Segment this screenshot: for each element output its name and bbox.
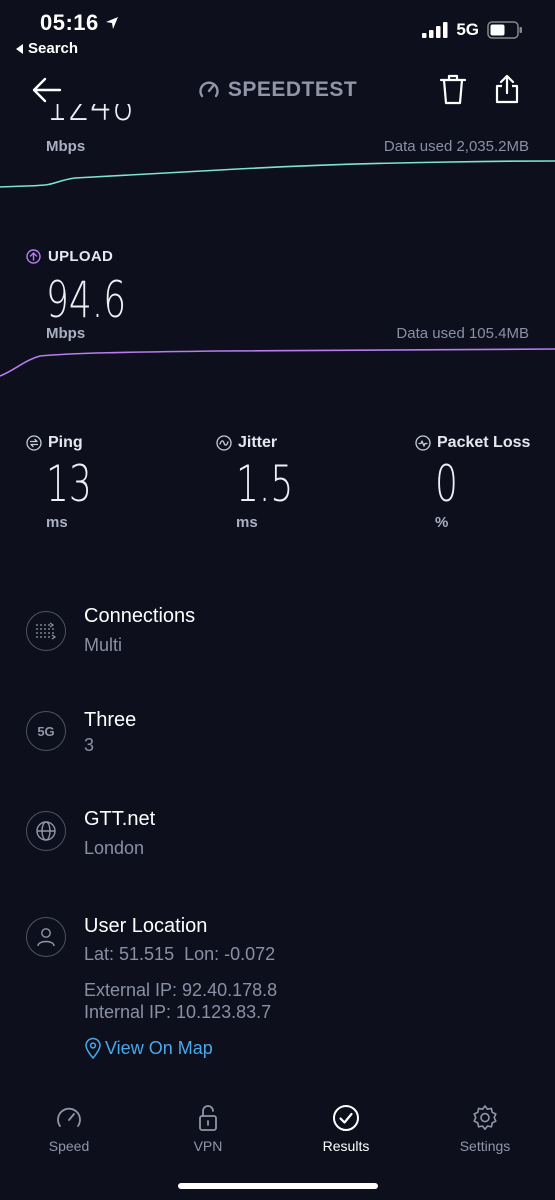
app-brand: SPEEDTEST	[0, 78, 555, 102]
connections-title: Connections	[84, 605, 196, 627]
padlock-icon	[199, 1105, 217, 1131]
tab-settings-label: Settings	[459, 1138, 511, 1154]
upload-label-text: UPLOAD	[48, 248, 114, 265]
gear-icon	[473, 1105, 497, 1130]
upload-arrow-icon	[26, 249, 41, 264]
tab-vpn[interactable]: VPN	[158, 1104, 258, 1154]
carrier-value: 3	[84, 735, 95, 755]
tab-results-label: Results	[322, 1138, 370, 1154]
clock-text: 05:16	[40, 10, 99, 35]
internal-ip: Internal IP: 10.123.83.7	[84, 1002, 272, 1022]
status-time: 05:16	[40, 10, 119, 36]
battery-icon	[487, 21, 522, 39]
carrier-title: Three	[84, 709, 137, 731]
jitter-label: Jitter	[216, 434, 316, 452]
jitter-metric: Jitter 1.5 ms	[216, 434, 316, 531]
view-on-map-label: View On Map	[105, 1037, 213, 1058]
share-button[interactable]	[494, 74, 520, 104]
check-circle-icon	[333, 1105, 359, 1131]
ping-icon	[26, 435, 42, 451]
signal-bars-icon	[422, 22, 448, 38]
user-icon	[37, 928, 55, 947]
packet-loss-label: Packet Loss	[415, 434, 530, 452]
tab-results[interactable]: Results	[296, 1104, 396, 1154]
ping-metric: Ping 13 ms	[26, 434, 110, 531]
speedtest-logo-icon	[199, 81, 219, 98]
connections-icon	[36, 622, 57, 640]
ping-label: Ping	[26, 434, 110, 452]
jitter-icon	[216, 435, 232, 451]
user-coordinates: Lat: 51.515 Lon: -0.072	[84, 944, 276, 964]
server-title: GTT.net	[84, 808, 156, 830]
map-pin-icon	[85, 1037, 101, 1059]
server-icon-badge	[26, 811, 66, 851]
back-triangle-icon	[16, 43, 23, 54]
carrier-5g-icon: 5G	[37, 723, 55, 739]
tab-speed[interactable]: Speed	[19, 1104, 119, 1154]
view-on-map-link[interactable]: View On Map	[84, 1037, 213, 1059]
user-location-icon-badge	[26, 917, 66, 957]
packet-loss-metric: Packet Loss 0 %	[415, 434, 530, 531]
download-value: 1248	[46, 104, 168, 128]
upload-label: UPLOAD	[26, 248, 113, 265]
ping-unit: ms	[46, 514, 68, 531]
connections-value: Multi	[84, 635, 123, 655]
delete-button[interactable]	[438, 74, 468, 106]
packet-loss-icon	[415, 435, 431, 451]
status-indicators: 5G	[422, 20, 523, 40]
tab-settings[interactable]: Settings	[435, 1104, 535, 1154]
back-search-label: Search	[28, 40, 79, 57]
packet-loss-value: 0	[435, 455, 458, 513]
connections-icon-badge	[26, 611, 66, 651]
home-indicator[interactable]	[178, 1183, 378, 1189]
share-icon	[495, 74, 519, 104]
tab-vpn-label: VPN	[193, 1138, 223, 1154]
ping-value: 13	[46, 455, 92, 513]
speedometer-icon	[57, 1107, 81, 1127]
brand-text: SPEEDTEST	[227, 78, 358, 101]
carrier-icon-badge: 5G	[26, 711, 66, 751]
trash-icon	[439, 74, 467, 105]
back-to-search[interactable]: Search	[16, 40, 78, 57]
external-ip: External IP: 92.40.178.8	[84, 980, 278, 1000]
user-location-title: User Location	[84, 915, 208, 937]
globe-icon	[36, 821, 56, 841]
upload-graph	[0, 348, 555, 377]
upload-value: 94.6	[46, 271, 127, 329]
location-arrow-icon	[105, 17, 118, 29]
download-graph	[0, 160, 555, 188]
jitter-value: 1.5	[236, 455, 294, 513]
server-location: London	[84, 838, 145, 858]
jitter-unit: ms	[236, 514, 258, 531]
tab-speed-label: Speed	[48, 1138, 90, 1154]
network-type: 5G	[456, 20, 479, 39]
packet-loss-unit: %	[435, 514, 449, 531]
